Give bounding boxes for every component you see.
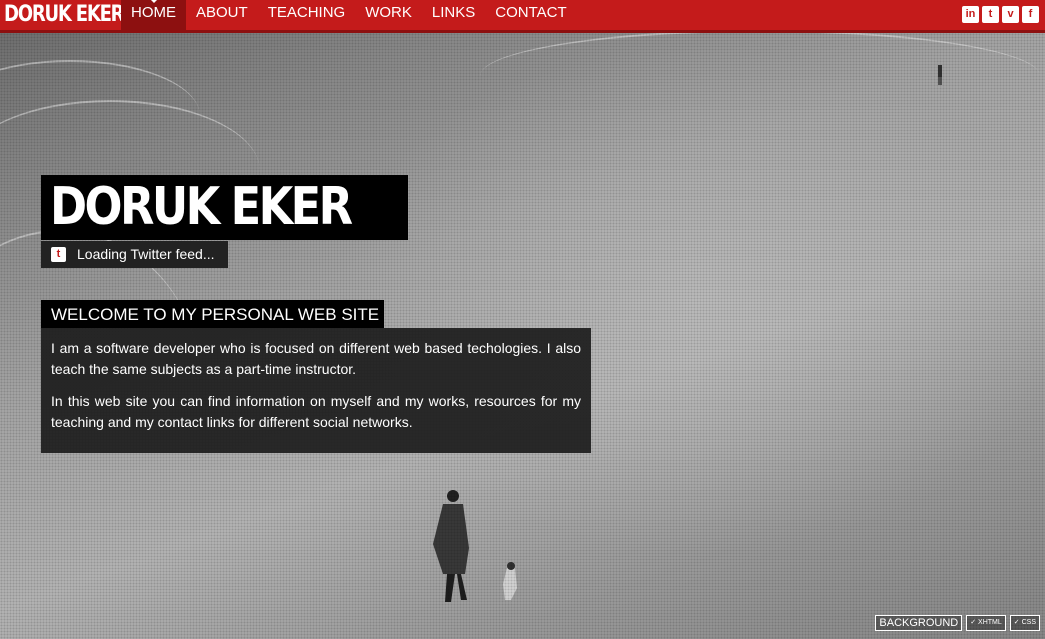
walking-person-image [433,490,517,602]
social-links: in t v f [962,6,1039,23]
welcome-paragraph-2: In this web site you can find informatio… [51,393,581,430]
twitter-icon: t [51,247,66,262]
nav-item-work[interactable]: WORK [355,0,422,30]
brand-logo[interactable]: DORUK EKER [4,0,125,30]
welcome-text-box: I am a software developer who is focused… [41,328,591,453]
css-valid-badge[interactable]: ✓ CSS [1009,615,1040,631]
top-navbar: DORUK EKER HOME ABOUT TEACHING WORK LINK… [0,0,1045,33]
nav-item-links[interactable]: LINKS [422,0,485,30]
facebook-icon[interactable]: f [1022,6,1039,23]
welcome-heading: WELCOME TO MY PERSONAL WEB SITE [41,300,384,328]
xhtml-valid-badge[interactable]: ✓ XHTML [966,615,1006,631]
hero-title-text: DORUK EKER [50,177,353,237]
main-nav: HOME ABOUT TEACHING WORK LINKS CONTACT [121,0,577,30]
nav-item-home[interactable]: HOME [121,0,186,30]
twitter-feed: t Loading Twitter feed... [41,241,228,268]
footer-badges: BACKGROUND ✓ XHTML ✓ CSS [875,615,1040,631]
nav-item-teaching[interactable]: TEACHING [258,0,356,30]
vimeo-icon[interactable]: v [1002,6,1019,23]
nav-item-contact[interactable]: CONTACT [485,0,576,30]
background-toggle-button[interactable]: BACKGROUND [875,615,963,631]
welcome-paragraph-1: I am a software developer who is focused… [51,340,581,377]
distant-person-image [938,65,942,85]
twitter-icon[interactable]: t [982,6,999,23]
hero-title: DORUK EKER [41,175,409,240]
linkedin-icon[interactable]: in [962,6,979,23]
nav-item-about[interactable]: ABOUT [186,0,258,30]
twitter-status: Loading Twitter feed... [77,246,215,262]
